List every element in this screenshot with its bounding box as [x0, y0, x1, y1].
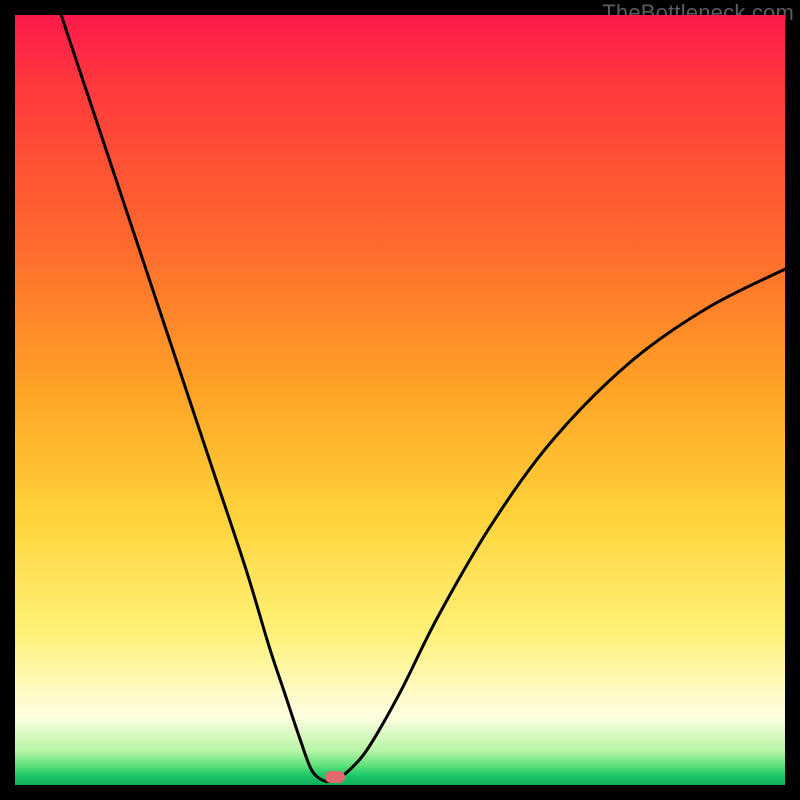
bottleneck-curve [15, 15, 785, 785]
chart-frame [15, 15, 785, 785]
minimum-marker [325, 771, 345, 783]
